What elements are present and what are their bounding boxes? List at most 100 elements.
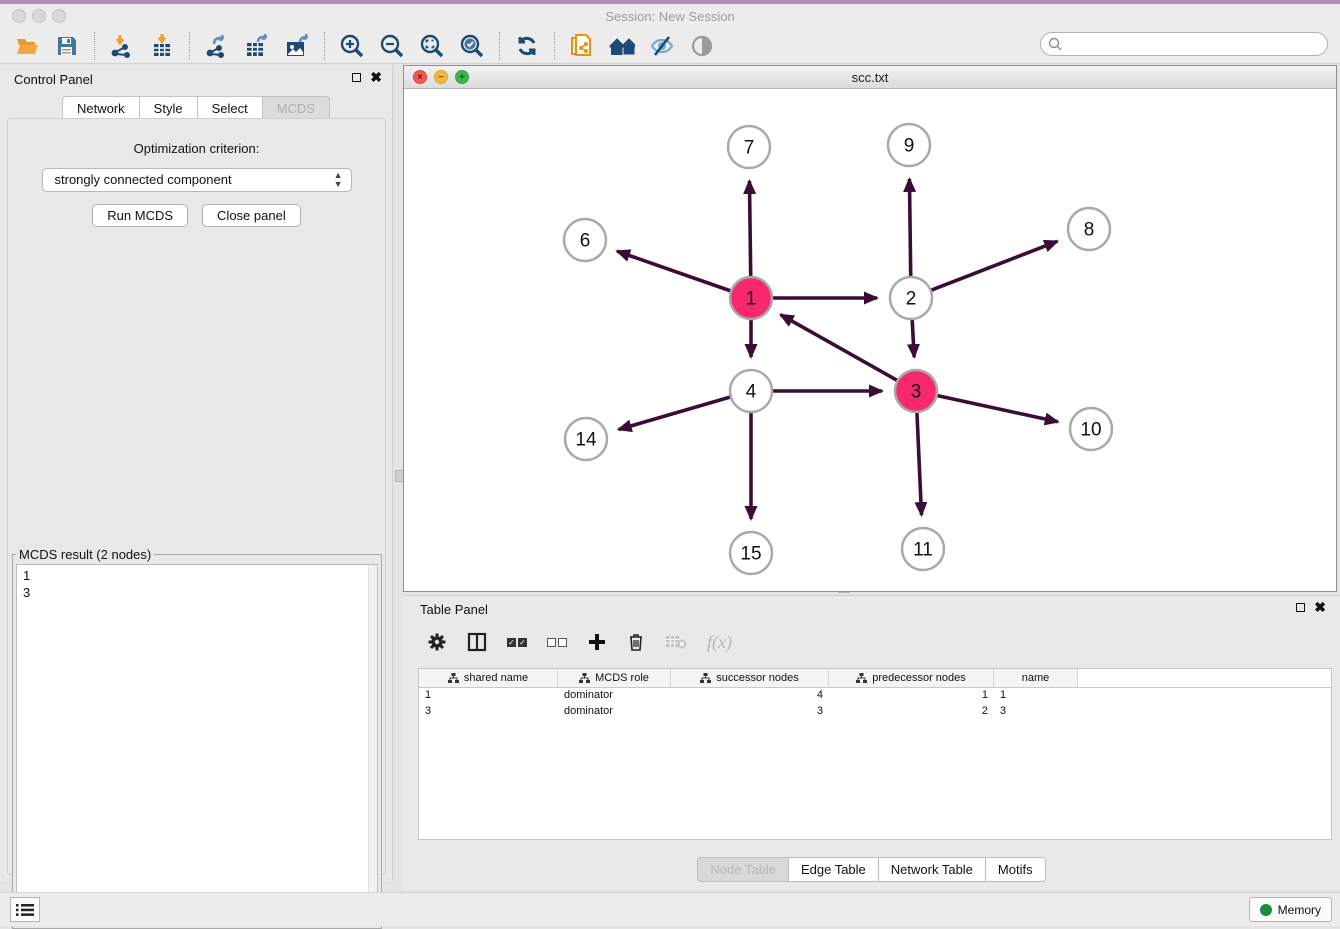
close-table-panel-icon[interactable]: ✖ bbox=[1314, 602, 1326, 612]
export-network-icon[interactable] bbox=[204, 33, 230, 59]
result-scrollbar[interactable] bbox=[368, 565, 377, 925]
checked-box-icon: ✓ bbox=[507, 638, 516, 647]
hierarchy-icon bbox=[856, 673, 867, 683]
import-table-icon[interactable] bbox=[149, 33, 175, 59]
float-table-panel-icon[interactable] bbox=[1296, 603, 1305, 612]
cell-mcds-role[interactable]: dominator bbox=[558, 688, 671, 704]
task-history-button[interactable] bbox=[10, 897, 40, 922]
graph-node-label: 3 bbox=[911, 382, 922, 403]
run-mcds-button[interactable]: Run MCDS bbox=[92, 204, 188, 227]
select-all-icon[interactable]: ✓ ✓ bbox=[507, 638, 527, 647]
tab-node-table[interactable]: Node Table bbox=[697, 857, 788, 882]
graph-edge-3-1[interactable] bbox=[781, 315, 897, 381]
table-toolbar: ✓ ✓ f(x) bbox=[403, 622, 1340, 662]
table-panel-title: Table Panel bbox=[420, 602, 488, 617]
memory-button[interactable]: Memory bbox=[1249, 897, 1332, 922]
table-row[interactable]: 3 dominator 3 2 3 bbox=[419, 704, 1331, 720]
function-builder-icon: f(x) bbox=[707, 632, 732, 653]
graph-edge-3-11[interactable] bbox=[917, 413, 922, 515]
close-panel-icon[interactable]: ✖ bbox=[370, 72, 382, 82]
window-title: Session: New Session bbox=[0, 9, 1340, 24]
cell-name[interactable]: 3 bbox=[994, 704, 1078, 720]
list-icon bbox=[16, 903, 34, 917]
duplicate-network-icon[interactable] bbox=[569, 33, 595, 59]
graph-node-label: 6 bbox=[580, 231, 591, 252]
network-canvas[interactable]: 7968124314101511 bbox=[404, 89, 1336, 591]
hierarchy-icon bbox=[700, 673, 711, 683]
delete-table-icon bbox=[665, 633, 687, 651]
column-header-predecessor-nodes[interactable]: predecessor nodes bbox=[829, 669, 994, 687]
network-graph[interactable]: 7968124314101511 bbox=[404, 89, 1336, 591]
checked-box-icon: ✓ bbox=[518, 638, 527, 647]
node-table[interactable]: shared name MCDS role successor nodes pr… bbox=[418, 668, 1332, 840]
hierarchy-icon bbox=[579, 673, 590, 683]
zoom-selected-icon[interactable] bbox=[459, 33, 485, 59]
network-overview-icon[interactable] bbox=[609, 33, 635, 59]
table-panel-tabs: Node Table Edge Table Network Table Moti… bbox=[403, 857, 1340, 882]
search-field[interactable] bbox=[1040, 32, 1328, 56]
float-panel-icon[interactable] bbox=[352, 73, 361, 82]
refresh-icon[interactable] bbox=[514, 33, 540, 59]
optimization-criterion-label: Optimization criterion: bbox=[8, 141, 385, 156]
tab-network-table[interactable]: Network Table bbox=[878, 857, 985, 882]
delete-column-icon[interactable] bbox=[627, 632, 645, 652]
unchecked-box-icon bbox=[558, 638, 567, 647]
show-graphics-details-icon[interactable] bbox=[689, 33, 715, 59]
graph-edge-2-9[interactable] bbox=[909, 179, 910, 276]
graph-edge-2-8[interactable] bbox=[932, 241, 1058, 290]
graph-node-label: 15 bbox=[740, 544, 761, 565]
cell-mcds-role[interactable]: dominator bbox=[558, 704, 671, 720]
search-input[interactable] bbox=[1040, 32, 1328, 56]
column-header-successor-nodes[interactable]: successor nodes bbox=[671, 669, 829, 687]
cell-shared-name[interactable]: 3 bbox=[419, 704, 558, 720]
status-bar: Memory bbox=[0, 892, 1340, 926]
hide-graphics-details-icon[interactable] bbox=[649, 33, 675, 59]
cell-predecessor-nodes[interactable]: 1 bbox=[829, 688, 994, 704]
column-header-spacer bbox=[1078, 669, 1331, 687]
mcds-result-textarea[interactable]: 1 3 bbox=[16, 564, 378, 926]
import-network-icon[interactable] bbox=[109, 33, 135, 59]
mcds-result-groupbox: MCDS result (2 nodes) 1 3 bbox=[12, 547, 382, 929]
graph-node-label: 8 bbox=[1084, 220, 1095, 241]
network-window-titlebar[interactable]: × − + scc.txt bbox=[404, 66, 1336, 89]
unchecked-box-icon bbox=[547, 638, 556, 647]
cell-successor-nodes[interactable]: 3 bbox=[671, 704, 829, 720]
column-header-shared-name[interactable]: shared name bbox=[419, 669, 558, 687]
cell-name[interactable]: 1 bbox=[994, 688, 1078, 704]
graph-edge-1-7[interactable] bbox=[749, 181, 750, 276]
graph-edge-1-6[interactable] bbox=[617, 251, 730, 291]
graph-node-label: 9 bbox=[904, 136, 915, 157]
add-column-icon[interactable] bbox=[587, 632, 607, 652]
table-row[interactable]: 1 dominator 4 1 1 bbox=[419, 688, 1331, 704]
zoom-fit-icon[interactable] bbox=[419, 33, 445, 59]
export-table-icon[interactable] bbox=[244, 33, 270, 59]
save-icon[interactable] bbox=[54, 33, 80, 59]
cell-successor-nodes[interactable]: 4 bbox=[671, 688, 829, 704]
column-header-mcds-role[interactable]: MCDS role bbox=[558, 669, 671, 687]
tab-motifs[interactable]: Motifs bbox=[985, 857, 1046, 882]
graph-edge-4-14[interactable] bbox=[619, 397, 730, 429]
graph-edge-3-10[interactable] bbox=[937, 396, 1057, 422]
graph-node-label: 11 bbox=[913, 540, 933, 561]
cell-shared-name[interactable]: 1 bbox=[419, 688, 558, 704]
tab-edge-table[interactable]: Edge Table bbox=[788, 857, 878, 882]
memory-label: Memory bbox=[1278, 903, 1321, 917]
graph-node-label: 7 bbox=[744, 138, 755, 159]
open-folder-icon[interactable] bbox=[14, 33, 40, 59]
criterion-dropdown-value: strongly connected component bbox=[55, 172, 232, 187]
column-view-icon[interactable] bbox=[467, 632, 487, 652]
close-panel-button[interactable]: Close panel bbox=[202, 204, 301, 227]
column-header-name[interactable]: name bbox=[994, 669, 1078, 687]
table-settings-gear-icon[interactable] bbox=[427, 632, 447, 652]
control-panel: Control Panel ✖ Network Style Select MCD… bbox=[0, 65, 393, 881]
cell-predecessor-nodes[interactable]: 2 bbox=[829, 704, 994, 720]
zoom-out-icon[interactable] bbox=[379, 33, 405, 59]
deselect-all-icon[interactable] bbox=[547, 638, 567, 647]
export-image-icon[interactable] bbox=[284, 33, 310, 59]
main-toolbar bbox=[0, 28, 1340, 64]
graph-edge-2-3[interactable] bbox=[912, 320, 914, 357]
criterion-dropdown[interactable]: strongly connected component ▲▼ bbox=[42, 168, 352, 192]
zoom-in-icon[interactable] bbox=[339, 33, 365, 59]
dropdown-stepper-icon: ▲▼ bbox=[334, 171, 343, 189]
mcds-panel-body: Optimization criterion: strongly connect… bbox=[7, 118, 386, 875]
